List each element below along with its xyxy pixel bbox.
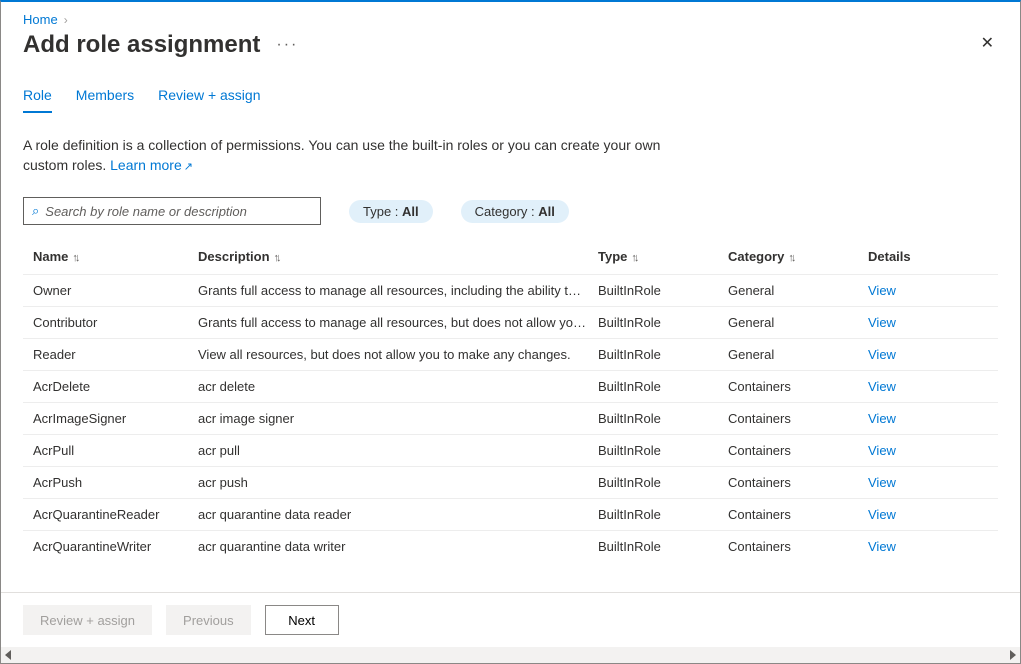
cell-category: Containers [728,507,868,522]
search-input[interactable] [45,204,312,219]
filter-type-value: All [402,204,419,219]
breadcrumb-home[interactable]: Home [23,12,58,27]
sort-icon: ↑↓ [72,252,77,264]
column-description[interactable]: Description ↑↓ [198,249,598,264]
tabs: Role Members Review + assign [23,87,998,114]
cell-description: acr push [198,475,598,490]
cell-description: View all resources, but does not allow y… [198,347,598,362]
learn-more-link[interactable]: Learn more↗ [110,157,193,173]
table-header: Name ↑↓ Description ↑↓ Type ↑↓ Category ↑↓ D… [23,241,998,274]
more-actions-button[interactable]: ··· [272,36,302,54]
cell-description: acr delete [198,379,598,394]
column-description-label: Description [198,249,270,264]
search-box[interactable]: ⌕ [23,197,321,225]
tab-review-assign[interactable]: Review + assign [158,87,260,113]
filter-type-label: Type : [363,204,402,219]
sort-icon: ↑↓ [274,252,279,264]
column-type[interactable]: Type ↑↓ [598,249,728,264]
table-row[interactable]: AcrPush acr push BuiltInRole Containers … [23,466,998,498]
table-row[interactable]: AcrPull acr pull BuiltInRole Containers … [23,434,998,466]
cell-type: BuiltInRole [598,347,728,362]
cell-type: BuiltInRole [598,539,728,554]
cell-name: AcrPull [33,443,198,458]
view-link[interactable]: View [868,507,958,522]
chevron-right-icon: › [64,13,68,27]
view-link[interactable]: View [868,411,958,426]
cell-type: BuiltInRole [598,443,728,458]
filter-category[interactable]: Category : All [461,200,569,223]
column-name[interactable]: Name ↑↓ [33,249,198,264]
cell-category: Containers [728,379,868,394]
cell-category: General [728,315,868,330]
filter-category-value: All [538,204,555,219]
sort-icon: ↑↓ [788,252,793,264]
cell-description: acr quarantine data writer [198,539,598,554]
view-link[interactable]: View [868,539,958,554]
cell-description: Grants full access to manage all resourc… [198,283,598,298]
cell-name: Reader [33,347,198,362]
cell-category: General [728,347,868,362]
column-name-label: Name [33,249,68,264]
cell-category: Containers [728,411,868,426]
table-row[interactable]: AcrQuarantineReader acr quarantine data … [23,498,998,530]
page-title: Add role assignment [23,31,260,59]
description-text: A role definition is a collection of per… [23,136,663,175]
view-link[interactable]: View [868,443,958,458]
cell-type: BuiltInRole [598,283,728,298]
view-link[interactable]: View [868,475,958,490]
review-assign-button: Review + assign [23,605,152,635]
table-row[interactable]: Contributor Grants full access to manage… [23,306,998,338]
search-icon: ⌕ [32,203,39,219]
cell-name: AcrQuarantineWriter [33,539,198,554]
column-category-label: Category [728,249,784,264]
column-details: Details [868,249,958,264]
sort-icon: ↑↓ [631,252,636,264]
cell-category: Containers [728,443,868,458]
tab-members[interactable]: Members [76,87,134,113]
cell-type: BuiltInRole [598,315,728,330]
cell-type: BuiltInRole [598,475,728,490]
filter-category-label: Category : [475,204,539,219]
previous-button: Previous [166,605,251,635]
roles-table: Name ↑↓ Description ↑↓ Type ↑↓ Category ↑↓ D… [23,241,998,562]
cell-name: Owner [33,283,198,298]
column-type-label: Type [598,249,627,264]
table-row[interactable]: AcrDelete acr delete BuiltInRole Contain… [23,370,998,402]
cell-description: acr image signer [198,411,598,426]
cell-name: AcrImageSigner [33,411,198,426]
view-link[interactable]: View [868,379,958,394]
horizontal-scrollbar[interactable] [1,647,1020,663]
table-row[interactable]: Reader View all resources, but does not … [23,338,998,370]
cell-name: AcrQuarantineReader [33,507,198,522]
next-button[interactable]: Next [265,605,339,635]
close-button[interactable]: ✕ [981,36,994,52]
filter-type[interactable]: Type : All [349,200,433,223]
cell-type: BuiltInRole [598,411,728,426]
cell-category: Containers [728,539,868,554]
learn-more-label: Learn more [110,157,182,173]
view-link[interactable]: View [868,283,958,298]
external-link-icon: ↗ [184,161,193,173]
view-link[interactable]: View [868,347,958,362]
table-row[interactable]: Owner Grants full access to manage all r… [23,274,998,306]
breadcrumb: Home › [23,12,998,27]
table-row[interactable]: AcrImageSigner acr image signer BuiltInR… [23,402,998,434]
cell-category: Containers [728,475,868,490]
close-icon: ✕ [981,35,994,52]
table-row[interactable]: AcrQuarantineWriter acr quarantine data … [23,530,998,562]
cell-category: General [728,283,868,298]
cell-name: AcrDelete [33,379,198,394]
column-category[interactable]: Category ↑↓ [728,249,868,264]
cell-description: acr pull [198,443,598,458]
cell-description: acr quarantine data reader [198,507,598,522]
cell-name: AcrPush [33,475,198,490]
cell-description: Grants full access to manage all resourc… [198,315,598,330]
footer: Review + assign Previous Next [1,592,1020,647]
tab-role[interactable]: Role [23,87,52,113]
view-link[interactable]: View [868,315,958,330]
cell-name: Contributor [33,315,198,330]
cell-type: BuiltInRole [598,507,728,522]
cell-type: BuiltInRole [598,379,728,394]
